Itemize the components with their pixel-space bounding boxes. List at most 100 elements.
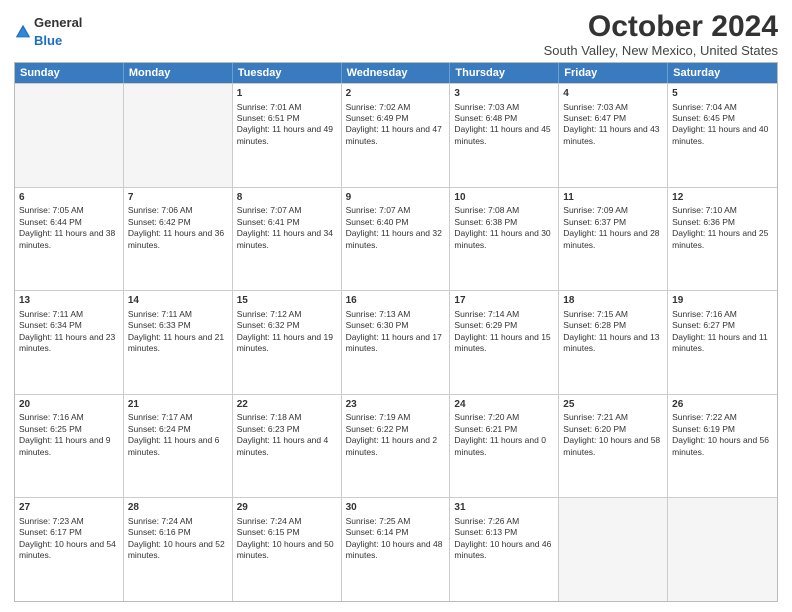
day-number: 12	[672, 191, 773, 205]
day-info-line: Sunrise: 7:03 AM	[563, 102, 663, 113]
header-day-wednesday: Wednesday	[342, 63, 451, 83]
subtitle: South Valley, New Mexico, United States	[544, 43, 778, 58]
calendar-day-30: 30Sunrise: 7:25 AMSunset: 6:14 PMDayligh…	[342, 498, 451, 601]
day-info-line: Daylight: 11 hours and 0 minutes.	[454, 435, 554, 458]
day-info-line: Sunset: 6:27 PM	[672, 320, 773, 331]
page: General Blue October 2024 South Valley, …	[0, 0, 792, 612]
day-info-line: Sunrise: 7:20 AM	[454, 412, 554, 423]
day-info-line: Sunset: 6:16 PM	[128, 527, 228, 538]
day-info-line: Sunrise: 7:17 AM	[128, 412, 228, 423]
day-info-line: Daylight: 10 hours and 52 minutes.	[128, 539, 228, 562]
day-info-line: Daylight: 11 hours and 19 minutes.	[237, 332, 337, 355]
calendar-day-16: 16Sunrise: 7:13 AMSunset: 6:30 PMDayligh…	[342, 291, 451, 394]
day-info-line: Sunrise: 7:16 AM	[672, 309, 773, 320]
day-number: 6	[19, 191, 119, 205]
day-number: 13	[19, 294, 119, 308]
day-info-line: Daylight: 11 hours and 28 minutes.	[563, 228, 663, 251]
header-day-saturday: Saturday	[668, 63, 777, 83]
day-info-line: Sunset: 6:17 PM	[19, 527, 119, 538]
logo-general: General	[34, 15, 82, 30]
day-info-line: Sunrise: 7:22 AM	[672, 412, 773, 423]
day-info-line: Sunrise: 7:24 AM	[128, 516, 228, 527]
day-info-line: Sunrise: 7:07 AM	[346, 205, 446, 216]
day-info-line: Sunrise: 7:12 AM	[237, 309, 337, 320]
day-number: 17	[454, 294, 554, 308]
day-info-line: Sunset: 6:21 PM	[454, 424, 554, 435]
day-info-line: Daylight: 11 hours and 9 minutes.	[19, 435, 119, 458]
day-info-line: Sunrise: 7:05 AM	[19, 205, 119, 216]
day-info-line: Sunset: 6:15 PM	[237, 527, 337, 538]
day-info-line: Sunrise: 7:18 AM	[237, 412, 337, 423]
day-info-line: Daylight: 10 hours and 54 minutes.	[19, 539, 119, 562]
day-info-line: Sunrise: 7:11 AM	[19, 309, 119, 320]
day-info-line: Sunset: 6:28 PM	[563, 320, 663, 331]
day-info-line: Sunset: 6:36 PM	[672, 217, 773, 228]
day-number: 24	[454, 398, 554, 412]
day-info-line: Sunrise: 7:06 AM	[128, 205, 228, 216]
day-number: 5	[672, 87, 773, 101]
day-info-line: Sunrise: 7:24 AM	[237, 516, 337, 527]
calendar-day-6: 6Sunrise: 7:05 AMSunset: 6:44 PMDaylight…	[15, 188, 124, 291]
day-number: 27	[19, 501, 119, 515]
logo-blue: Blue	[34, 33, 62, 48]
day-info-line: Daylight: 11 hours and 4 minutes.	[237, 435, 337, 458]
day-number: 31	[454, 501, 554, 515]
calendar-day-22: 22Sunrise: 7:18 AMSunset: 6:23 PMDayligh…	[233, 395, 342, 498]
day-info-line: Sunset: 6:23 PM	[237, 424, 337, 435]
day-info-line: Sunset: 6:33 PM	[128, 320, 228, 331]
day-info-line: Daylight: 10 hours and 46 minutes.	[454, 539, 554, 562]
calendar-day-20: 20Sunrise: 7:16 AMSunset: 6:25 PMDayligh…	[15, 395, 124, 498]
day-info-line: Sunrise: 7:13 AM	[346, 309, 446, 320]
calendar-day-3: 3Sunrise: 7:03 AMSunset: 6:48 PMDaylight…	[450, 84, 559, 187]
day-number: 8	[237, 191, 337, 205]
calendar-day-13: 13Sunrise: 7:11 AMSunset: 6:34 PMDayligh…	[15, 291, 124, 394]
day-info-line: Daylight: 11 hours and 2 minutes.	[346, 435, 446, 458]
day-number: 28	[128, 501, 228, 515]
day-info-line: Sunrise: 7:09 AM	[563, 205, 663, 216]
day-info-line: Sunset: 6:38 PM	[454, 217, 554, 228]
day-number: 21	[128, 398, 228, 412]
day-info-line: Daylight: 11 hours and 36 minutes.	[128, 228, 228, 251]
day-info-line: Sunrise: 7:10 AM	[672, 205, 773, 216]
day-number: 22	[237, 398, 337, 412]
calendar-week-5: 27Sunrise: 7:23 AMSunset: 6:17 PMDayligh…	[15, 497, 777, 601]
calendar-body: 1Sunrise: 7:01 AMSunset: 6:51 PMDaylight…	[15, 83, 777, 601]
day-info-line: Sunrise: 7:03 AM	[454, 102, 554, 113]
day-number: 10	[454, 191, 554, 205]
calendar-day-2: 2Sunrise: 7:02 AMSunset: 6:49 PMDaylight…	[342, 84, 451, 187]
day-info-line: Sunset: 6:24 PM	[128, 424, 228, 435]
day-info-line: Sunset: 6:13 PM	[454, 527, 554, 538]
day-number: 30	[346, 501, 446, 515]
calendar-week-4: 20Sunrise: 7:16 AMSunset: 6:25 PMDayligh…	[15, 394, 777, 498]
day-info-line: Sunset: 6:45 PM	[672, 113, 773, 124]
day-info-line: Sunset: 6:40 PM	[346, 217, 446, 228]
day-number: 19	[672, 294, 773, 308]
header-day-tuesday: Tuesday	[233, 63, 342, 83]
day-info-line: Sunrise: 7:26 AM	[454, 516, 554, 527]
logo: General Blue	[14, 14, 82, 50]
day-info-line: Sunrise: 7:23 AM	[19, 516, 119, 527]
day-info-line: Sunset: 6:49 PM	[346, 113, 446, 124]
calendar-day-12: 12Sunrise: 7:10 AMSunset: 6:36 PMDayligh…	[668, 188, 777, 291]
day-info-line: Daylight: 11 hours and 45 minutes.	[454, 124, 554, 147]
day-info-line: Daylight: 11 hours and 47 minutes.	[346, 124, 446, 147]
day-number: 25	[563, 398, 663, 412]
day-info-line: Sunrise: 7:07 AM	[237, 205, 337, 216]
calendar-day-25: 25Sunrise: 7:21 AMSunset: 6:20 PMDayligh…	[559, 395, 668, 498]
day-info-line: Daylight: 11 hours and 32 minutes.	[346, 228, 446, 251]
calendar-day-28: 28Sunrise: 7:24 AMSunset: 6:16 PMDayligh…	[124, 498, 233, 601]
header-day-friday: Friday	[559, 63, 668, 83]
calendar-day-31: 31Sunrise: 7:26 AMSunset: 6:13 PMDayligh…	[450, 498, 559, 601]
main-title: October 2024	[544, 10, 778, 43]
day-info-line: Daylight: 11 hours and 11 minutes.	[672, 332, 773, 355]
calendar-day-15: 15Sunrise: 7:12 AMSunset: 6:32 PMDayligh…	[233, 291, 342, 394]
day-info-line: Sunrise: 7:15 AM	[563, 309, 663, 320]
calendar-day-29: 29Sunrise: 7:24 AMSunset: 6:15 PMDayligh…	[233, 498, 342, 601]
calendar-day-4: 4Sunrise: 7:03 AMSunset: 6:47 PMDaylight…	[559, 84, 668, 187]
title-block: October 2024 South Valley, New Mexico, U…	[544, 10, 778, 58]
day-info-line: Daylight: 11 hours and 6 minutes.	[128, 435, 228, 458]
day-info-line: Sunset: 6:29 PM	[454, 320, 554, 331]
day-info-line: Sunrise: 7:08 AM	[454, 205, 554, 216]
calendar-empty	[668, 498, 777, 601]
calendar-week-3: 13Sunrise: 7:11 AMSunset: 6:34 PMDayligh…	[15, 290, 777, 394]
